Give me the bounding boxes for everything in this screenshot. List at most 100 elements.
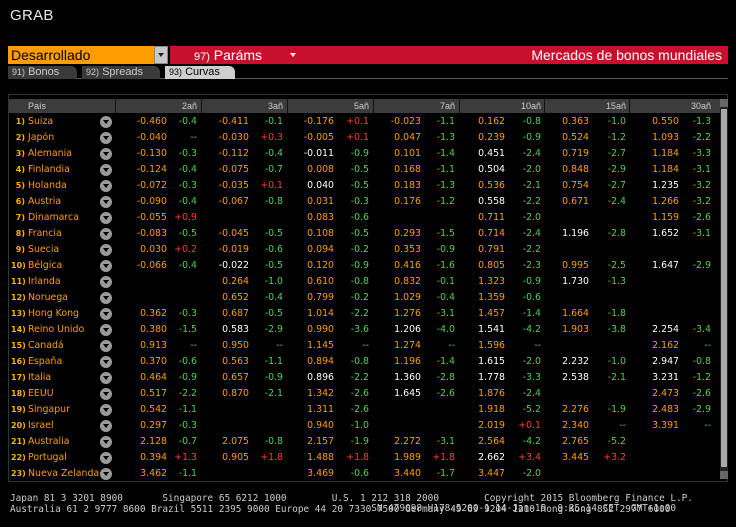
row-number[interactable]: 8) (11, 226, 25, 242)
row-number[interactable]: 1) (11, 114, 25, 130)
yield-change[interactable]: +0.3 (201, 130, 283, 146)
country-name[interactable]: Japón (28, 130, 54, 146)
country-column-header[interactable]: País (28, 99, 46, 113)
tenor-column-header[interactable]: 15añ (544, 99, 626, 113)
params-button[interactable]: 97) Paráms (194, 46, 262, 66)
row-number[interactable]: 3) (11, 146, 25, 162)
yield-change[interactable]: -0.9 (373, 242, 455, 258)
table-row[interactable]: 6) Austria -0.090 -0.4 -0.067 -0.8 0.031 -0.3 0.… (9, 194, 720, 210)
yield-change[interactable]: -1.3 (373, 130, 455, 146)
yield-change[interactable]: -- (115, 130, 197, 146)
country-name[interactable]: Suecia (28, 242, 59, 258)
yield-change[interactable]: +0.9 (115, 210, 197, 226)
yield-change[interactable]: -2.9 (629, 258, 711, 274)
row-menu-icon[interactable] (100, 324, 112, 336)
yield-change[interactable] (629, 306, 711, 322)
yield-change[interactable]: -3.3 (459, 370, 541, 386)
yield-change[interactable]: -3.1 (629, 226, 711, 242)
yield-change[interactable] (115, 290, 197, 306)
row-number[interactable]: 12) (11, 290, 26, 306)
row-menu-icon[interactable] (100, 356, 112, 368)
yield-change[interactable]: -1.9 (544, 402, 626, 418)
row-menu-icon[interactable] (100, 404, 112, 416)
country-name[interactable]: Suiza (28, 114, 53, 130)
yield-change[interactable]: -- (287, 338, 369, 354)
yield-change[interactable] (115, 274, 197, 290)
table-row[interactable]: 20) Israel 0.297 -0.3 0.940 -1.0 2.019 +0.1 2.34… (9, 418, 720, 434)
yield-change[interactable]: -4.2 (459, 322, 541, 338)
table-row[interactable]: 22) Portugal 0.394 +1.3 0.905 +1.8 1.488 +1.8 1.… (9, 450, 720, 466)
yield-change[interactable]: -1.5 (115, 322, 197, 338)
yield-change[interactable]: -0.4 (115, 162, 197, 178)
row-menu-icon[interactable] (100, 116, 112, 128)
yield-change[interactable]: -0.8 (201, 194, 283, 210)
yield-change[interactable]: -3.6 (287, 322, 369, 338)
country-name[interactable]: Austria (28, 194, 61, 210)
yield-change[interactable]: -0.5 (115, 226, 197, 242)
table-row[interactable]: 14) Reino Unido 0.380 -1.5 0.583 -2.9 0.990 -3.… (9, 322, 720, 338)
row-number[interactable]: 15) (11, 338, 26, 354)
yield-change[interactable] (373, 418, 455, 434)
tenor-column-header[interactable]: 10añ (459, 99, 541, 113)
tenor-column-header[interactable]: 30añ (629, 99, 711, 113)
yield-change[interactable]: -3.1 (629, 162, 711, 178)
row-number[interactable]: 18) (11, 386, 26, 402)
tab-curvas[interactable]: 93) Curvas (165, 66, 235, 79)
tenor-column-header[interactable]: 3añ (201, 99, 283, 113)
yield-change[interactable]: -2.0 (459, 210, 541, 226)
table-row[interactable]: 17) Italia 0.464 -0.9 0.657 -0.9 0.896 -2.2 1.36… (9, 370, 720, 386)
yield-change[interactable]: -5.2 (459, 402, 541, 418)
row-menu-icon[interactable] (100, 180, 112, 192)
yield-change[interactable]: -2.9 (544, 162, 626, 178)
row-number[interactable]: 20) (11, 418, 26, 434)
yield-change[interactable]: -1.0 (544, 114, 626, 130)
yield-change[interactable] (629, 274, 711, 290)
scroll-up-button[interactable] (720, 99, 728, 107)
yield-change[interactable]: -1.0 (201, 274, 283, 290)
yield-change[interactable]: -0.7 (201, 162, 283, 178)
country-name[interactable]: EEUU (28, 386, 54, 402)
table-row[interactable]: 4) Finlandia -0.124 -0.4 -0.075 -0.7 0.008 -0.5… (9, 162, 720, 178)
yield-change[interactable]: -0.3 (115, 418, 197, 434)
table-row[interactable]: 12) Noruega 0.652 -0.4 0.799 -0.2 1.029 -0.4 1.3… (9, 290, 720, 306)
row-menu-icon[interactable] (100, 196, 112, 208)
chevron-down-icon[interactable] (154, 46, 168, 64)
yield-change[interactable] (544, 466, 626, 482)
yield-change[interactable]: -0.3 (115, 306, 197, 322)
tenor-column-header[interactable]: 7añ (373, 99, 455, 113)
yield-change[interactable]: -0.5 (201, 226, 283, 242)
row-menu-icon[interactable] (100, 148, 112, 160)
table-row[interactable]: 3) Alemania -0.130 -0.3 -0.112 -0.4 -0.011 -0.9… (9, 146, 720, 162)
params-dropdown-icon[interactable] (290, 53, 296, 57)
country-name[interactable]: Francia (28, 226, 62, 242)
country-name[interactable]: Portugal (28, 450, 67, 466)
row-number[interactable]: 7) (11, 210, 25, 226)
yield-change[interactable]: -0.1 (373, 274, 455, 290)
yield-change[interactable]: -- (629, 338, 711, 354)
yield-change[interactable]: +0.1 (201, 178, 283, 194)
yield-change[interactable]: -0.7 (115, 434, 197, 450)
table-row[interactable]: 11) Irlanda 0.264 -1.0 0.610 -0.8 0.832 -0.1 1.3… (9, 274, 720, 290)
yield-change[interactable]: -1.9 (287, 434, 369, 450)
yield-change[interactable]: -2.1 (544, 370, 626, 386)
yield-change[interactable]: -3.1 (373, 306, 455, 322)
yield-change[interactable]: -2.4 (544, 194, 626, 210)
yield-change[interactable]: -0.8 (629, 354, 711, 370)
yield-change[interactable]: -2.6 (629, 210, 711, 226)
yield-change[interactable]: -0.4 (201, 290, 283, 306)
row-menu-icon[interactable] (100, 308, 112, 320)
row-number[interactable]: 11) (11, 274, 26, 290)
yield-change[interactable]: -0.9 (201, 370, 283, 386)
country-name[interactable]: Hong Kong (28, 306, 79, 322)
yield-change[interactable]: -2.9 (629, 402, 711, 418)
yield-change[interactable]: -3.3 (629, 146, 711, 162)
row-menu-icon[interactable] (100, 244, 112, 256)
yield-change[interactable]: -0.4 (115, 258, 197, 274)
row-number[interactable]: 2) (11, 130, 25, 146)
yield-change[interactable] (629, 434, 711, 450)
row-menu-icon[interactable] (100, 292, 112, 304)
yield-change[interactable]: -2.2 (629, 130, 711, 146)
country-name[interactable]: Australia (28, 434, 69, 450)
row-number[interactable]: 21) (11, 434, 26, 450)
yield-change[interactable]: -0.8 (287, 274, 369, 290)
